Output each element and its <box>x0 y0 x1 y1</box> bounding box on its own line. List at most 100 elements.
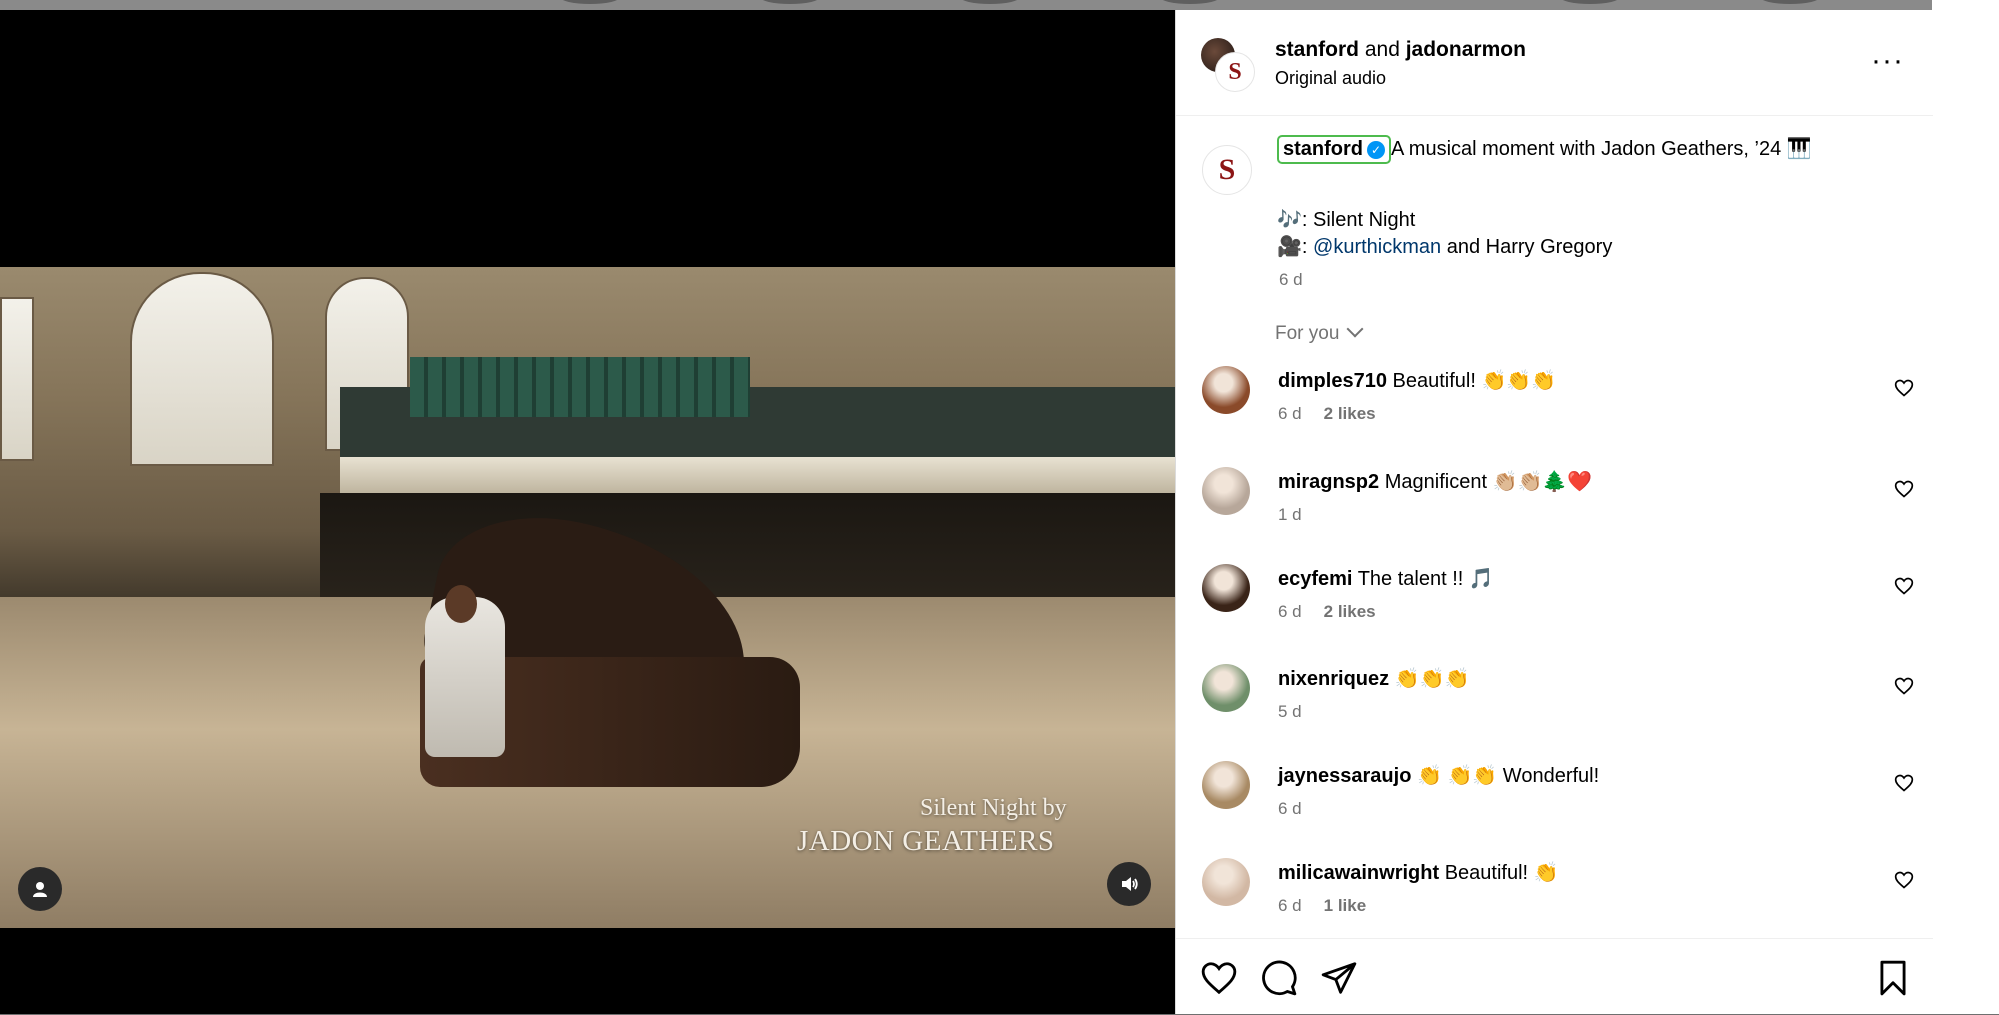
comment-text: miragnsp2 Magnificent 👏🏼👏🏼🌲❤️ <box>1278 469 1592 494</box>
comment-likes[interactable]: 2 likes <box>1324 602 1376 621</box>
bookmark-icon[interactable] <box>1874 959 1912 997</box>
author-link[interactable]: stanford <box>1275 38 1359 61</box>
commenter-username[interactable]: ecyfemi <box>1278 568 1353 590</box>
more-options-icon[interactable]: ··· <box>1871 46 1904 76</box>
heart-icon[interactable] <box>1200 959 1238 997</box>
verified-badge-icon: ✓ <box>1367 141 1385 159</box>
comment-body: Magnificent 👏🏼👏🏼🌲❤️ <box>1384 471 1593 493</box>
commenter-avatar[interactable] <box>1202 664 1250 712</box>
comment-time[interactable]: 5 d <box>1278 702 1302 721</box>
post-actions <box>1176 938 1933 1015</box>
hall-window <box>130 272 274 466</box>
username-text: stanford <box>1283 138 1363 160</box>
background-blob <box>1160 0 1220 4</box>
comment-meta: 1 d <box>1278 505 1324 525</box>
comment-icon[interactable] <box>1260 959 1298 997</box>
post-header: S stanford and jadonarmon Original audio… <box>1176 10 1933 116</box>
video-title-line2: JADON GEATHERS <box>797 825 1055 857</box>
comment-meta: 6 d <box>1278 799 1324 819</box>
author-link[interactable]: jadonarmon <box>1406 38 1526 61</box>
hall-window <box>0 297 34 461</box>
comment-text: milicawainwright Beautiful! 👏 <box>1278 860 1559 885</box>
background-blob <box>1560 0 1620 4</box>
credit-prefix: 🎥: <box>1277 236 1314 258</box>
background-blob <box>760 0 820 4</box>
comment-text: ecyfemi The talent !! 🎵 <box>1278 566 1494 591</box>
credit-suffix: and Harry Gregory <box>1441 236 1613 258</box>
commenter-avatar[interactable] <box>1202 467 1250 515</box>
authors-joiner: and <box>1359 38 1406 61</box>
comment-text: jaynessaraujo 👏 👏👏 Wonderful! <box>1278 763 1599 788</box>
author-avatars[interactable]: S <box>1201 38 1255 92</box>
comment-row: dimples710 Beautiful! 👏👏👏 6 d 2 likes <box>1176 366 1933 456</box>
comment-row: jaynessaraujo 👏 👏👏 Wonderful! 6 d <box>1176 761 1933 851</box>
chevron-down-icon <box>1346 320 1364 338</box>
comment-body: Beautiful! 👏👏👏 <box>1392 370 1557 392</box>
comment-likes[interactable]: 1 like <box>1324 896 1367 915</box>
comment-body: Beautiful! 👏 <box>1444 862 1559 884</box>
commenter-username[interactable]: dimples710 <box>1278 370 1387 392</box>
heart-icon[interactable] <box>1894 773 1914 793</box>
comment-time[interactable]: 6 d <box>1278 896 1302 915</box>
post-authors[interactable]: stanford and jadonarmon <box>1275 38 1526 62</box>
commenter-avatar[interactable] <box>1202 366 1250 414</box>
background-blob <box>1760 0 1820 4</box>
video-title-line1: Silent Night by <box>920 795 1067 821</box>
filter-label: For you <box>1275 323 1340 344</box>
caption-text: A musical moment with Jadon Geathers, ’2… <box>1391 138 1812 160</box>
comment-row: milicawainwright Beautiful! 👏 6 d 1 like <box>1176 858 1933 948</box>
caption-first-line: stanford ✓ A musical moment with Jadon Gea… <box>1277 135 1812 164</box>
caption-credits: 🎥: @kurthickman and Harry Gregory <box>1277 234 1612 259</box>
comment-filter-dropdown[interactable]: For you <box>1275 320 1364 345</box>
commenter-username[interactable]: miragnsp2 <box>1278 471 1379 493</box>
heart-icon[interactable] <box>1894 576 1914 596</box>
comment-row: miragnsp2 Magnificent 👏🏼👏🏼🌲❤️ 1 d <box>1176 467 1933 557</box>
commenter-username[interactable]: nixenriquez <box>1278 668 1389 690</box>
heart-icon[interactable] <box>1894 479 1914 499</box>
balcony-seats <box>410 357 750 417</box>
caption-username[interactable]: stanford ✓ <box>1277 135 1391 164</box>
stanford-logo: S <box>1215 52 1255 92</box>
background-strip <box>0 0 1999 10</box>
comment-row: nixenriquez 👏👏👏 5 d <box>1176 664 1933 754</box>
commenter-avatar[interactable] <box>1202 761 1250 809</box>
background-blob <box>960 0 1020 4</box>
comment-time[interactable]: 1 d <box>1278 505 1302 524</box>
commenter-username[interactable]: jaynessaraujo <box>1278 765 1411 787</box>
comment-text: dimples710 Beautiful! 👏👏👏 <box>1278 368 1556 393</box>
heart-icon[interactable] <box>1894 676 1914 696</box>
comment-row: ecyfemi The talent !! 🎵 6 d 2 likes <box>1176 564 1933 654</box>
share-icon[interactable] <box>1320 959 1358 997</box>
user-icon <box>33 882 47 897</box>
tagged-user-button[interactable] <box>18 867 62 911</box>
commenter-avatar[interactable] <box>1202 564 1250 612</box>
heart-icon[interactable] <box>1894 870 1914 890</box>
pianist-head <box>445 585 477 623</box>
commenter-username[interactable]: milicawainwright <box>1278 862 1439 884</box>
comment-body: The talent !! 🎵 <box>1357 568 1494 590</box>
comment-body: 👏 👏👏 Wonderful! <box>1416 765 1600 787</box>
comment-text: nixenriquez 👏👏👏 <box>1278 666 1469 691</box>
comment-likes[interactable]: 2 likes <box>1324 404 1376 423</box>
comment-time[interactable]: 6 d <box>1278 404 1302 423</box>
comment-meta: 6 d 1 like <box>1278 896 1366 916</box>
comment-meta: 6 d 2 likes <box>1278 404 1376 424</box>
background-blob <box>560 0 620 4</box>
comment-meta: 6 d 2 likes <box>1278 602 1376 622</box>
balcony-ledge <box>340 457 1175 493</box>
audio-toggle-button[interactable] <box>1107 862 1151 906</box>
comment-time[interactable]: 6 d <box>1278 602 1302 621</box>
heart-icon[interactable] <box>1894 378 1914 398</box>
comment-meta: 5 d <box>1278 702 1324 722</box>
commenter-avatar[interactable] <box>1202 858 1250 906</box>
page-margin <box>1932 0 1999 1014</box>
post-panel: S stanford and jadonarmon Original audio… <box>1175 10 1933 1014</box>
mention-link[interactable]: @kurthickman <box>1313 236 1441 258</box>
caption-song: 🎶: Silent Night <box>1277 209 1416 231</box>
caption-time[interactable]: 6 d <box>1279 270 1303 290</box>
video-player[interactable]: Silent Night by JADON GEATHERS <box>0 10 1175 1014</box>
comment-time[interactable]: 6 d <box>1278 799 1302 818</box>
audio-label[interactable]: Original audio <box>1275 68 1386 89</box>
speaker-icon <box>1122 877 1138 891</box>
caption-avatar[interactable]: S <box>1202 145 1252 195</box>
